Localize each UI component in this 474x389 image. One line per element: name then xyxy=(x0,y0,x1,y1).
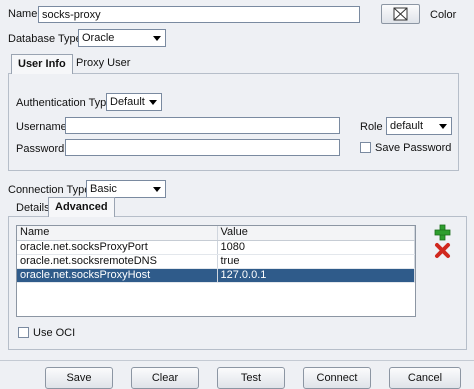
table-header: Name Value xyxy=(17,226,415,241)
property-name[interactable]: oracle.net.socksProxyHost xyxy=(17,268,218,283)
authentication-type-select[interactable]: Default xyxy=(106,93,162,111)
save-password-label: Save Password xyxy=(375,142,452,154)
property-value[interactable]: 127.0.0.1 xyxy=(217,268,415,283)
save-password-checkbox[interactable]: Save Password xyxy=(360,141,451,155)
table-row-selected[interactable]: oracle.net.socksProxyHost 127.0.0.1 xyxy=(17,268,415,283)
connect-button[interactable]: Connect xyxy=(303,367,371,389)
tab-proxy-user[interactable]: Proxy User xyxy=(70,54,136,74)
chevron-down-icon xyxy=(153,187,161,192)
chevron-down-icon xyxy=(149,100,157,105)
save-button[interactable]: Save xyxy=(45,367,113,389)
database-type-select[interactable]: Oracle xyxy=(78,29,166,47)
remove-property-button[interactable] xyxy=(434,242,451,259)
use-oci-label: Use OCI xyxy=(33,327,76,339)
property-value[interactable]: 1080 xyxy=(217,240,415,255)
chevron-down-icon xyxy=(439,124,447,129)
username-input[interactable] xyxy=(65,117,340,134)
connection-type-label: Connection Type xyxy=(8,184,91,196)
connection-type-value: Basic xyxy=(90,183,117,195)
property-name[interactable]: oracle.net.socksremoteDNS xyxy=(17,254,218,269)
test-button[interactable]: Test xyxy=(217,367,285,389)
color-picker-icon xyxy=(393,7,408,21)
database-type-label: Database Type xyxy=(8,33,82,45)
username-label: Username xyxy=(16,121,67,133)
chevron-down-icon xyxy=(153,36,161,41)
clear-button[interactable]: Clear xyxy=(131,367,199,389)
password-label: Password xyxy=(16,143,65,155)
divider xyxy=(0,360,474,361)
authentication-type-value: Default xyxy=(110,96,145,108)
table-row[interactable]: oracle.net.socksProxyPort 1080 xyxy=(17,240,415,255)
table-row[interactable]: oracle.net.socksremoteDNS true xyxy=(17,254,415,269)
cancel-button[interactable]: Cancel xyxy=(389,367,461,389)
properties-table[interactable]: Name Value oracle.net.socksProxyPort 108… xyxy=(16,225,416,317)
name-input[interactable]: socks-proxy xyxy=(38,6,360,23)
plus-icon xyxy=(434,224,451,241)
tab-advanced[interactable]: Advanced xyxy=(48,197,115,217)
database-type-value: Oracle xyxy=(82,32,115,44)
tab-user-info[interactable]: User Info xyxy=(11,54,73,74)
name-label: Name xyxy=(8,8,38,20)
authentication-type-label: Authentication Type xyxy=(16,97,113,109)
checkbox-box[interactable] xyxy=(18,327,29,338)
column-header-value[interactable]: Value xyxy=(217,226,415,241)
role-value: default xyxy=(390,120,424,132)
connection-type-select[interactable]: Basic xyxy=(86,180,166,198)
color-label: Color xyxy=(430,9,457,21)
use-oci-checkbox[interactable]: Use OCI xyxy=(18,326,75,340)
color-button[interactable] xyxy=(381,4,420,24)
column-header-name[interactable]: Name xyxy=(17,226,218,241)
property-name[interactable]: oracle.net.socksProxyPort xyxy=(17,240,218,255)
property-value[interactable]: true xyxy=(217,254,415,269)
add-property-button[interactable] xyxy=(434,224,451,241)
password-input[interactable] xyxy=(65,139,340,156)
role-label: Role xyxy=(360,121,383,133)
role-select[interactable]: default xyxy=(386,117,452,135)
delete-x-icon xyxy=(435,243,450,258)
checkbox-box[interactable] xyxy=(360,142,371,153)
